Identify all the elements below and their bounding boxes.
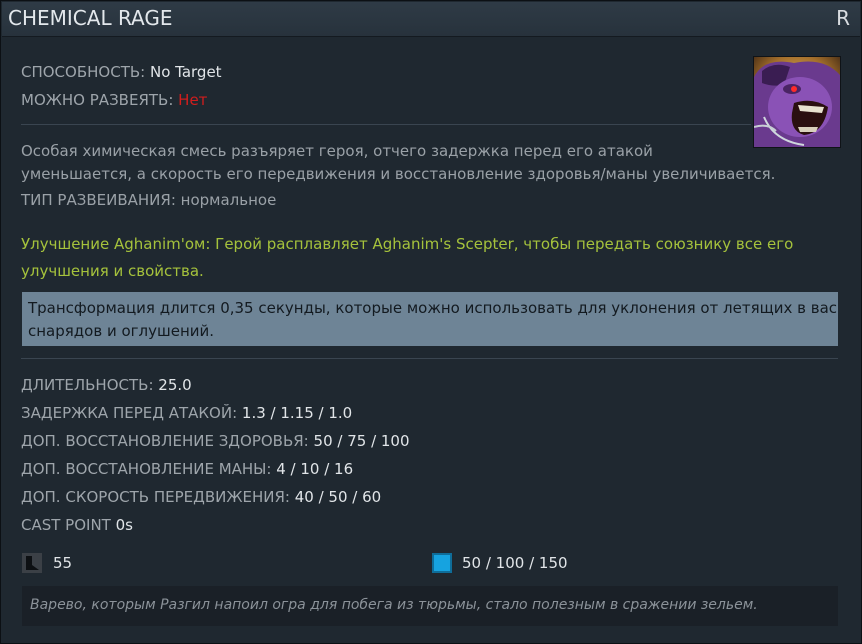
divider [21, 358, 838, 359]
alchemist-ogre-portrait-icon [753, 57, 840, 147]
note-line: снарядов и оглушений. [28, 322, 215, 340]
stat-row: CAST POINT 0s [21, 516, 133, 534]
stat-value: 0s [115, 516, 133, 534]
ability-dispellable: МОЖНО РАЗВЕЯТЬ: Нет [21, 91, 207, 109]
hero-portrait [753, 56, 841, 148]
stat-label: CAST POINT [21, 516, 111, 534]
aghanim-line: улучшения и свойства. [21, 262, 204, 280]
stat-value: 50 / 75 / 100 [313, 432, 410, 450]
ability-name: CHEMICAL RAGE [8, 6, 173, 30]
ability-hotkey: R [836, 6, 850, 30]
stat-label: ДОП. ВОССТАНОВЛЕНИЕ МАНЫ: [21, 460, 272, 478]
stat-label: ДОП. ВОССТАНОВЛЕНИЕ ЗДОРОВЬЯ: [21, 432, 309, 450]
dispellable-value: Нет [178, 91, 208, 109]
aghanim-line: Улучшение Aghanim'ом: Герой расплавляет … [21, 235, 794, 253]
description-line: Особая химическая смесь разъяряет героя,… [21, 142, 653, 160]
cooldown-icon [22, 553, 42, 573]
behavior-value: No Target [149, 63, 222, 81]
stat-label: ДЛИТЕЛЬНОСТЬ: [21, 376, 154, 394]
stat-label: ЗАДЕРЖКА ПЕРЕД АТАКОЙ: [21, 404, 238, 422]
ability-note: Трансформация длится 0,35 секунды, котор… [22, 292, 838, 346]
ability-description: Особая химическая смесь разъяряет героя,… [21, 140, 801, 212]
stat-row: ДОП. ВОССТАНОВЛЕНИЕ ЗДОРОВЬЯ: 50 / 75 / … [21, 432, 410, 450]
stat-value: 25.0 [158, 376, 192, 394]
behavior-label: СПОСОБНОСТЬ: [21, 63, 146, 81]
stat-row: ДОП. ВОССТАНОВЛЕНИЕ МАНЫ: 4 / 10 / 16 [21, 460, 353, 478]
dispellable-label: МОЖНО РАЗВЕЯТЬ: [21, 91, 174, 109]
stat-row: ДЛИТЕЛЬНОСТЬ: 25.0 [21, 376, 192, 394]
cooldown-value: 55 [53, 554, 73, 572]
dispel-type-label: ТИП РАЗВЕИВАНИЯ: [21, 191, 176, 209]
dispel-type: ТИП РАЗВЕИВАНИЯ: нормальное [21, 189, 801, 212]
title-bar: CHEMICAL RAGE R [2, 2, 860, 37]
dispel-type-value: нормальное [180, 191, 277, 209]
description-line: уменьшается, а скорость его передвижения… [21, 165, 776, 183]
mana-icon [432, 553, 452, 573]
ability-behavior: СПОСОБНОСТЬ: No Target [21, 63, 222, 81]
stat-row: ДОП. СКОРОСТЬ ПЕРЕДВИЖЕНИЯ: 40 / 50 / 60 [21, 488, 381, 506]
stat-value: 4 / 10 / 16 [276, 460, 354, 478]
ability-lore: Варево, которым Разгил напоил огра для п… [22, 586, 838, 626]
mana-cost-value: 50 / 100 / 150 [462, 554, 568, 572]
stat-value: 40 / 50 / 60 [294, 488, 382, 506]
ability-tooltip: CHEMICAL RAGE R СПОСОБНОСТЬ: No Target М… [0, 0, 862, 644]
aghanim-upgrade: Улучшение Aghanim'ом: Герой расплавляет … [21, 231, 821, 285]
note-line: Трансформация длится 0,35 секунды, котор… [28, 299, 838, 317]
stat-label: ДОП. СКОРОСТЬ ПЕРЕДВИЖЕНИЯ: [21, 488, 290, 506]
stat-value: 1.3 / 1.15 / 1.0 [241, 404, 353, 422]
stat-row: ЗАДЕРЖКА ПЕРЕД АТАКОЙ: 1.3 / 1.15 / 1.0 [21, 404, 352, 422]
divider [21, 124, 751, 125]
